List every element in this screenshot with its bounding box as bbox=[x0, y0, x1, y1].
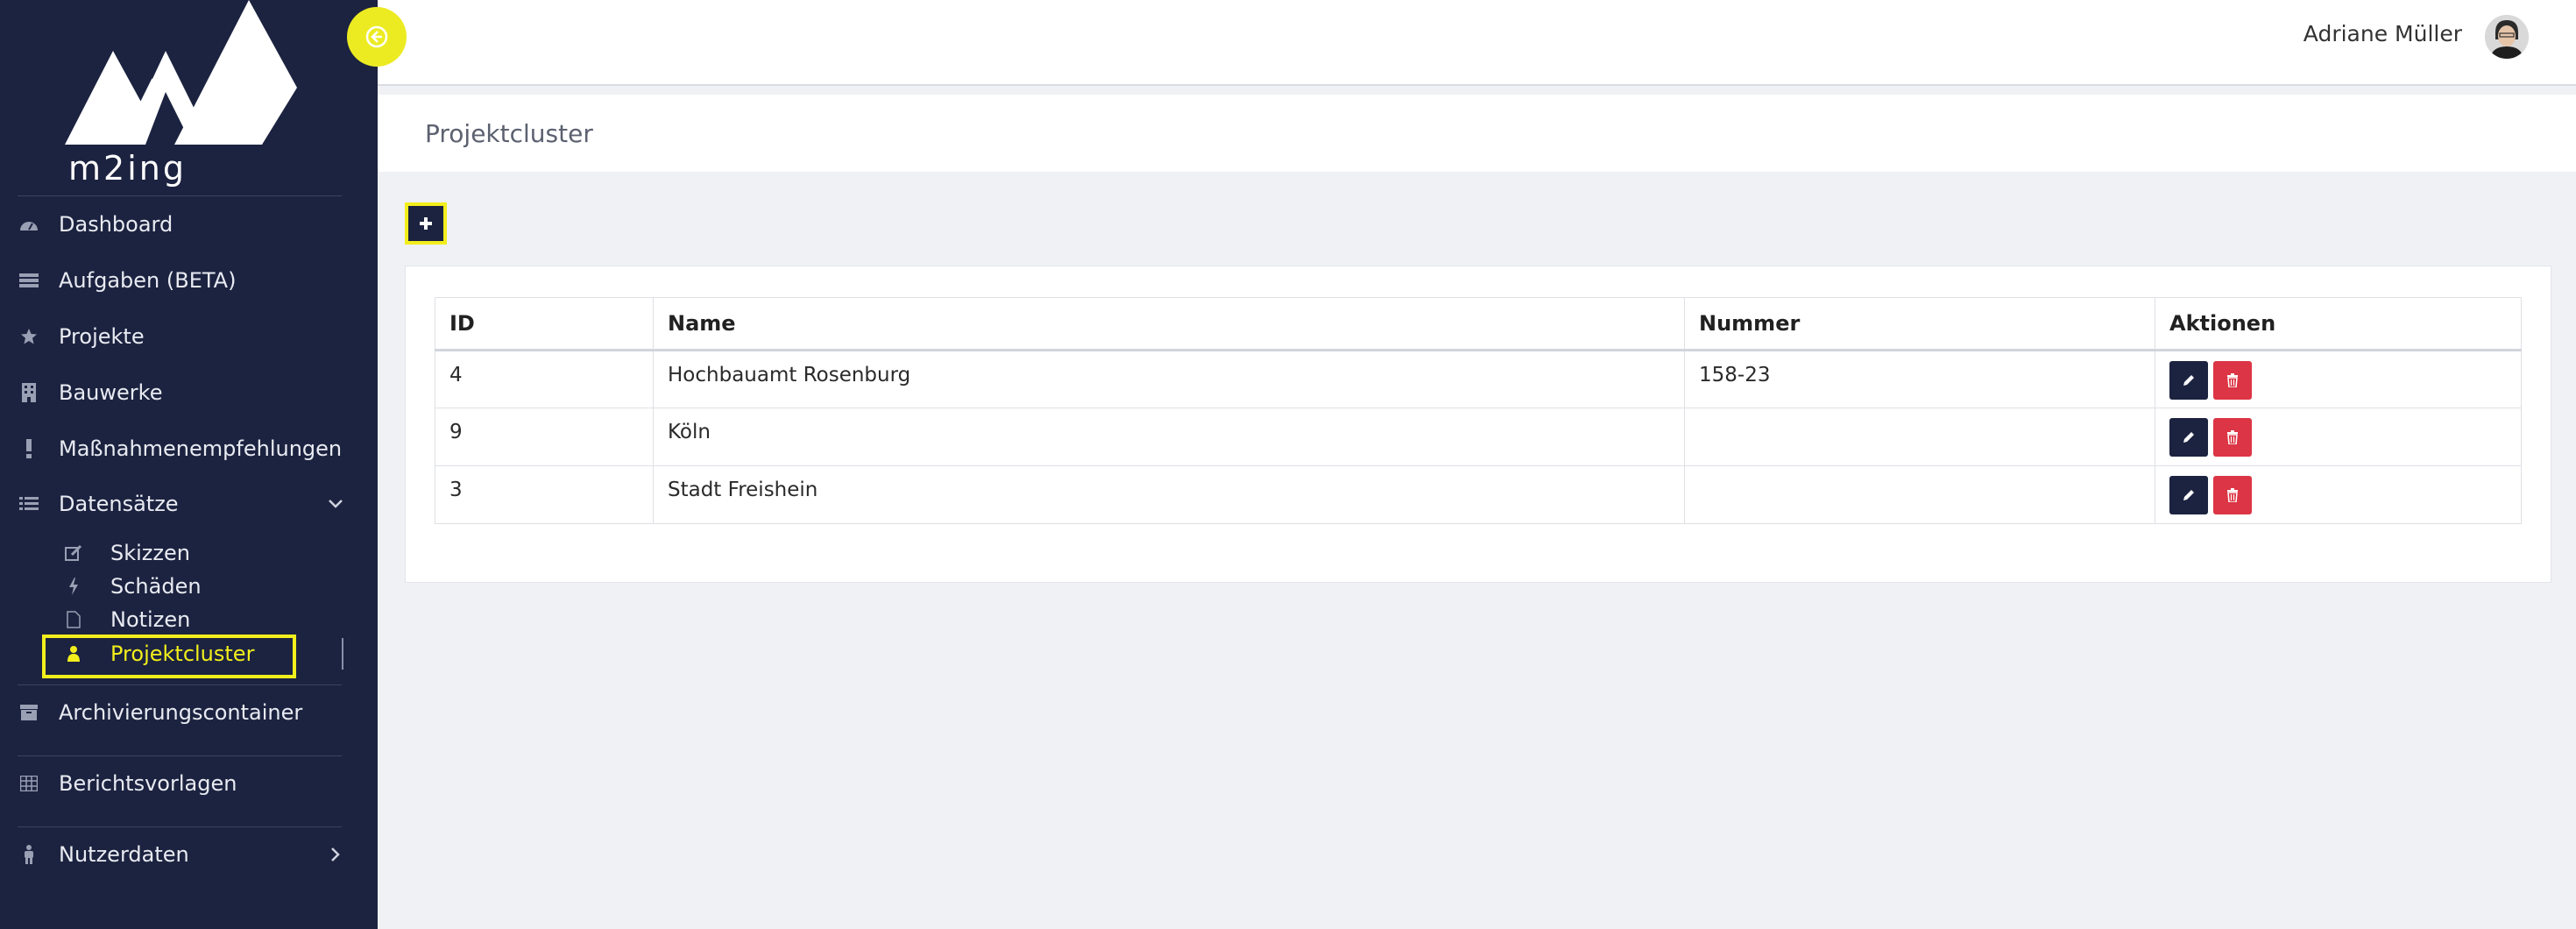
cell-nummer bbox=[1684, 465, 2155, 524]
chevron-down-icon[interactable] bbox=[327, 495, 344, 513]
sidebar-item-label: Dashboard bbox=[59, 212, 173, 237]
sidebar-item-archivierungscontainer[interactable]: Archivierungscontainer bbox=[0, 691, 378, 734]
bolt-icon bbox=[65, 578, 82, 595]
column-header-nummer[interactable]: Nummer bbox=[1684, 297, 2155, 351]
cell-actions bbox=[2155, 350, 2522, 408]
user-icon bbox=[19, 845, 39, 864]
star-icon bbox=[19, 327, 39, 346]
sidebar-toggle-button[interactable] bbox=[347, 7, 407, 67]
brand-name: m2ing bbox=[68, 149, 187, 188]
divider bbox=[18, 826, 342, 827]
cell-name: Köln bbox=[653, 408, 1685, 466]
page-title: Projektcluster bbox=[425, 119, 593, 148]
delete-button[interactable] bbox=[2213, 361, 2252, 400]
column-header-aktionen: Aktionen bbox=[2155, 297, 2522, 351]
building-icon bbox=[19, 383, 39, 402]
sidebar-item-label: Bauwerke bbox=[59, 380, 163, 405]
add-button[interactable] bbox=[405, 202, 447, 245]
tasks-icon bbox=[19, 271, 39, 290]
trash-icon bbox=[2227, 488, 2238, 502]
sidebar-item-aufgaben[interactable]: Aufgaben (BETA) bbox=[0, 259, 378, 302]
sidebar-item-label: Aufgaben (BETA) bbox=[59, 268, 237, 293]
column-header-name[interactable]: Name bbox=[653, 297, 1685, 351]
exclamation-icon bbox=[19, 439, 39, 458]
avatar-image bbox=[2485, 15, 2529, 59]
pencil-icon bbox=[2183, 490, 2194, 500]
edit-button[interactable] bbox=[2169, 418, 2208, 457]
divider bbox=[18, 755, 342, 756]
user-name[interactable]: Adriane Müller bbox=[2304, 21, 2462, 46]
cell-id: 3 bbox=[435, 465, 654, 524]
sidebar-item-label: Projekte bbox=[59, 324, 145, 349]
sidebar-item-datensaetze[interactable]: Datensätze bbox=[0, 482, 378, 526]
sidebar-item-massnahmenempfehlungen[interactable]: Maßnahmenempfehlungen bbox=[0, 427, 378, 471]
edit-button[interactable] bbox=[2169, 476, 2208, 514]
file-icon bbox=[65, 611, 82, 628]
cell-nummer bbox=[1684, 408, 2155, 466]
cell-actions bbox=[2155, 408, 2522, 466]
dashboard-icon bbox=[19, 215, 39, 234]
column-header-id[interactable]: ID bbox=[435, 297, 654, 351]
sidebar-item-label: Maßnahmenempfehlungen bbox=[59, 436, 343, 461]
sidebar-item-label: Berichtsvorlagen bbox=[59, 771, 237, 796]
sidebar-item-nutzerdaten[interactable]: Nutzerdaten bbox=[0, 833, 378, 876]
sidebar-subitem-label: Schäden bbox=[110, 574, 202, 599]
table-header-row: ID Name Nummer Aktionen bbox=[435, 297, 2522, 351]
sidebar-subitem-schaeden[interactable]: Schäden bbox=[0, 570, 378, 603]
sidebar-item-bauwerke[interactable]: Bauwerke bbox=[0, 371, 378, 415]
content-card: ID Name Nummer Aktionen 4 Hochbauamt Ros… bbox=[405, 266, 2551, 583]
active-indicator bbox=[342, 638, 343, 670]
edit-icon bbox=[65, 544, 82, 562]
chevron-right-icon[interactable] bbox=[327, 846, 344, 863]
trash-icon bbox=[2227, 430, 2238, 444]
sidebar-item-projekte[interactable]: Projekte bbox=[0, 315, 378, 358]
table-row: 9 Köln bbox=[435, 408, 2522, 466]
sidebar-subitem-projektcluster[interactable]: Projektcluster bbox=[0, 637, 378, 670]
cell-name: Stadt Freishein bbox=[653, 465, 1685, 524]
divider bbox=[18, 684, 342, 685]
cell-id: 9 bbox=[435, 408, 654, 466]
pencil-icon bbox=[2183, 375, 2194, 386]
sidebar-item-label: Nutzerdaten bbox=[59, 842, 189, 867]
table-row: 4 Hochbauamt Rosenburg 158-23 bbox=[435, 350, 2522, 408]
plus-icon bbox=[420, 217, 432, 230]
table-row: 3 Stadt Freishein bbox=[435, 465, 2522, 524]
cell-name: Hochbauamt Rosenburg bbox=[653, 350, 1685, 408]
sidebar-subitem-label: Notizen bbox=[110, 607, 191, 632]
sidebar-subitem-skizzen[interactable]: Skizzen bbox=[0, 536, 378, 570]
divider bbox=[18, 195, 342, 196]
trash-icon bbox=[2227, 373, 2238, 387]
projektcluster-table: ID Name Nummer Aktionen 4 Hochbauamt Ros… bbox=[435, 297, 2522, 524]
cell-id: 4 bbox=[435, 350, 654, 408]
avatar[interactable] bbox=[2485, 15, 2529, 59]
delete-button[interactable] bbox=[2213, 418, 2252, 457]
brand-logo[interactable]: m2ing bbox=[65, 0, 301, 188]
sidebar-item-label: Datensätze bbox=[59, 492, 179, 516]
sidebar-subitem-notizen[interactable]: Notizen bbox=[0, 603, 378, 636]
edit-button[interactable] bbox=[2169, 361, 2208, 400]
page-header: Projektcluster bbox=[378, 95, 2576, 172]
sidebar-item-berichtsvorlagen[interactable]: Berichtsvorlagen bbox=[0, 762, 378, 805]
sidebar-item-label: Archivierungscontainer bbox=[59, 700, 303, 725]
archive-icon bbox=[19, 703, 39, 722]
sidebar-item-dashboard[interactable]: Dashboard bbox=[0, 202, 378, 246]
arrow-left-circle-icon bbox=[365, 25, 388, 48]
pencil-icon bbox=[2183, 432, 2194, 443]
cell-nummer: 158-23 bbox=[1684, 350, 2155, 408]
sidebar-subitem-label: Projektcluster bbox=[110, 642, 255, 666]
top-bar: Adriane Müller bbox=[378, 0, 2576, 86]
person-icon bbox=[65, 645, 82, 663]
cell-actions bbox=[2155, 465, 2522, 524]
logo-mark-icon bbox=[65, 0, 297, 145]
delete-button[interactable] bbox=[2213, 476, 2252, 514]
sidebar: m2ing Dashboard Aufgaben (BETA) Projekte… bbox=[0, 0, 378, 929]
table-icon bbox=[19, 774, 39, 793]
list-icon bbox=[19, 494, 39, 514]
sidebar-subitem-label: Skizzen bbox=[110, 541, 190, 565]
